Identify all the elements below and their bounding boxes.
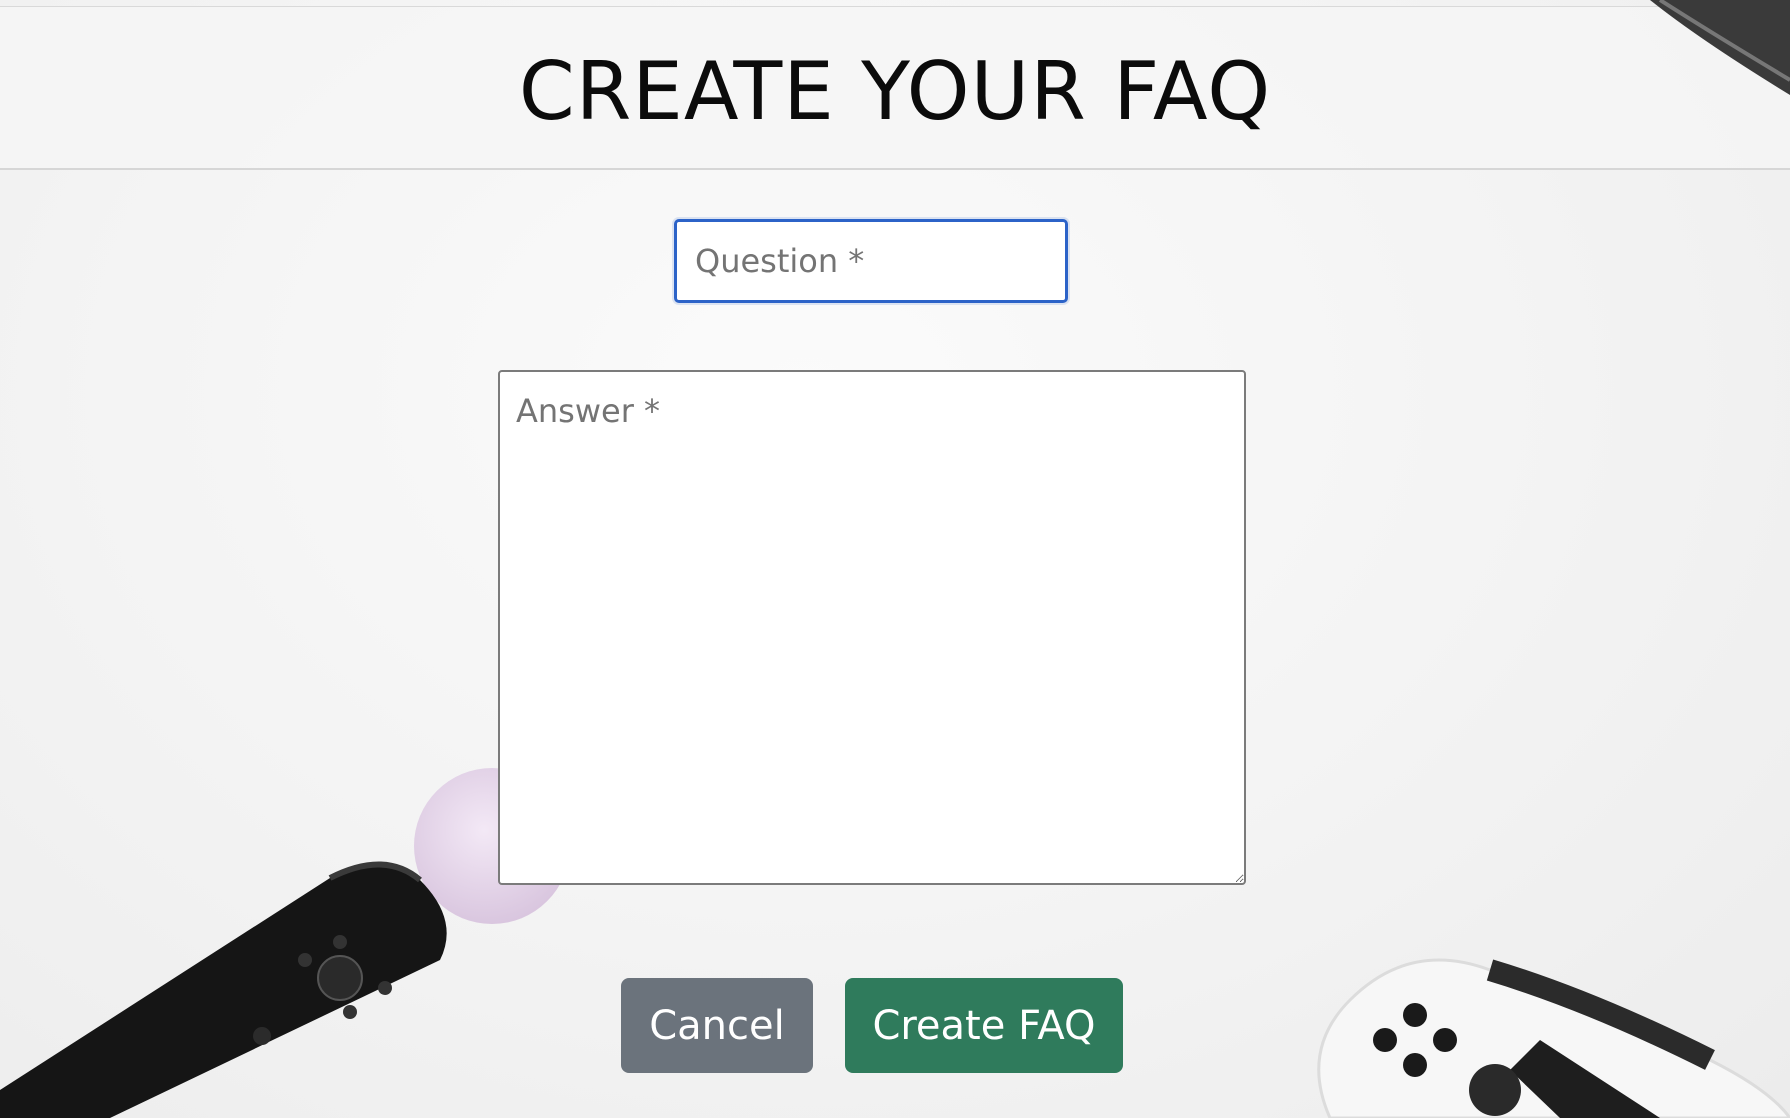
motion-controller-image	[0, 768, 570, 1118]
page-title: CREATE YOUR FAQ	[518, 45, 1272, 138]
gamepad-controller-image	[1317, 958, 1790, 1118]
cancel-button[interactable]: Cancel	[621, 978, 813, 1073]
page: { "header": { "title": "CREATE YOUR FAQ"…	[0, 0, 1790, 1118]
question-input[interactable]	[674, 219, 1068, 303]
answer-textarea[interactable]	[498, 370, 1246, 885]
create-faq-button[interactable]: Create FAQ	[845, 978, 1123, 1073]
